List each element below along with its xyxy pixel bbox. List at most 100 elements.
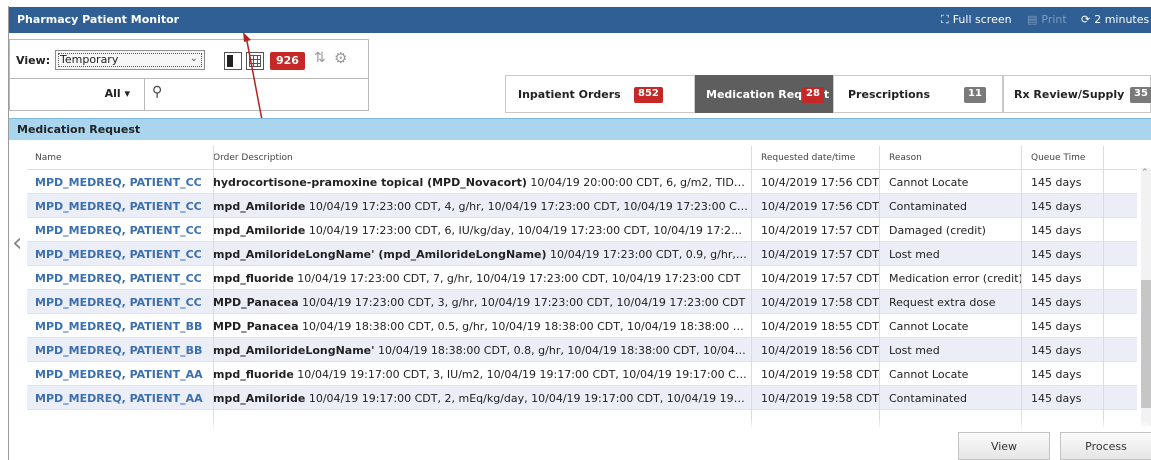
order-description: mpd_Amiloride 10/04/19 17:23:00 CDT, 4, … [213, 200, 748, 213]
queue-time: 145 days [1031, 272, 1082, 285]
reason: Contaminated [889, 392, 967, 405]
table-row[interactable]: MPD_MEDREQ, PATIENT_CC mpd_Amiloride 10/0… [27, 218, 1137, 242]
scroll-up-icon[interactable]: ⌃ [1141, 168, 1149, 178]
reason: Cannot Locate [889, 320, 969, 333]
queue-time: 145 days [1031, 200, 1082, 213]
search-icon[interactable]: ⚲ [152, 84, 162, 100]
column-header-reason[interactable]: Reason [889, 153, 1024, 163]
patient-name-link[interactable]: MPD_MEDREQ, PATIENT_CC [35, 272, 205, 285]
medication-request-table: Name Order Description Requested date/ti… [27, 146, 1137, 410]
patient-name-link[interactable]: MPD_MEDREQ, PATIENT_BB [35, 344, 205, 357]
drug-name: mpd_AmilorideLongName' [213, 344, 375, 357]
patient-name-link[interactable]: MPD_MEDREQ, PATIENT_CC [35, 224, 205, 237]
requested-date: 10/4/2019 19:58 CDT [761, 368, 879, 381]
tab-label: Inpatient Orders [518, 88, 621, 101]
full-screen-label: Full screen [952, 13, 1012, 26]
tab-prescriptions[interactable]: Prescriptions 11 [833, 75, 1003, 113]
table-fade [9, 420, 1149, 430]
view-select-value: Temporary [60, 53, 119, 66]
table-header: Name Order Description Requested date/ti… [27, 146, 1137, 170]
sort-az-icon[interactable]: ⇅ [314, 50, 326, 66]
patient-name-link[interactable]: MPD_MEDREQ, PATIENT_CC [35, 200, 205, 213]
view-label: View: [16, 54, 51, 67]
view-select[interactable]: Temporary ⌄ [55, 50, 205, 70]
patient-name-link[interactable]: MPD_MEDREQ, PATIENT_CC [35, 296, 205, 309]
column-divider [879, 146, 880, 428]
column-divider [1021, 146, 1022, 428]
filter-row: All ▾ ⚲ [10, 78, 368, 110]
table-row[interactable]: MPD_MEDREQ, PATIENT_AA mpd_fluoride 10/04… [27, 362, 1137, 386]
refresh-label: 2 minutes a [1094, 13, 1151, 26]
requested-date: 10/4/2019 17:56 CDT [761, 176, 879, 189]
patient-name-link[interactable]: MPD_MEDREQ, PATIENT_CC [35, 248, 205, 261]
view-button[interactable]: View [958, 432, 1050, 460]
order-details: 10/04/19 17:23:00 CDT, 0.9, g/hr, 10/04/… [550, 248, 748, 261]
tab-count-badge: 11 [964, 87, 986, 103]
requested-date: 10/4/2019 17:57 CDT [761, 224, 879, 237]
drug-name: hydrocortisone-pramoxine topical (MPD_No… [213, 176, 527, 189]
tab-count-badge: 28 [802, 87, 824, 103]
table-row[interactable]: MPD_MEDREQ, PATIENT_AA mpd_Amiloride 10/0… [27, 386, 1137, 410]
print-icon: ▤ [1027, 13, 1038, 26]
column-header-name[interactable]: Name [35, 153, 205, 163]
table-body: MPD_MEDREQ, PATIENT_CC hydrocortisone-pra… [27, 170, 1137, 410]
order-description: MPD_Panacea 10/04/19 17:23:00 CDT, 3, g/… [213, 296, 748, 309]
reason: Medication error (credit) [889, 272, 1023, 285]
column-header-queue-time[interactable]: Queue Time [1031, 153, 1101, 163]
refresh-icon: ⟳ [1081, 13, 1091, 26]
column-header-requested-date[interactable]: Requested date/time [761, 153, 881, 163]
title-bar: Pharmacy Patient Monitor ⛶ Full screen ▤ P… [9, 7, 1151, 33]
view-panel: View: Temporary ⌄ 926 ⇅ ⚙ All ▾ ⚲ [9, 39, 369, 111]
tab-label: Rx Review/Supply [1014, 88, 1125, 101]
queue-time: 145 days [1031, 368, 1082, 381]
section-header: Medication Request [9, 118, 1151, 140]
order-description: hydrocortisone-pramoxine topical (MPD_No… [213, 176, 748, 189]
table-row[interactable]: MPD_MEDREQ, PATIENT_CC hydrocortisone-pra… [27, 170, 1137, 194]
patient-name-link[interactable]: MPD_MEDREQ, PATIENT_BB [35, 320, 205, 333]
order-details: 10/04/19 20:00:00 CDT, 6, g/m2, TID, 22,… [530, 176, 748, 189]
queue-time: 145 days [1031, 296, 1082, 309]
order-details: 10/04/19 17:23:00 CDT, 7, g/hr, 10/04/19… [293, 272, 741, 285]
chevron-down-icon: ⌄ [189, 53, 198, 64]
patient-name-link[interactable]: MPD_MEDREQ, PATIENT_AA [35, 368, 205, 381]
table-row[interactable]: MPD_MEDREQ, PATIENT_BB mpd_AmilorideLongN… [27, 338, 1137, 362]
fullscreen-icon: ⛶ [941, 13, 949, 26]
requested-date: 10/4/2019 17:58 CDT [761, 296, 879, 309]
refresh-button[interactable]: ⟳2 minutes a [1081, 13, 1151, 26]
process-button[interactable]: Process [1060, 432, 1151, 460]
table-row[interactable]: MPD_MEDREQ, PATIENT_BB MPD_Panacea 10/04/… [27, 314, 1137, 338]
column-header-order-description[interactable]: Order Description [213, 153, 748, 163]
table-row[interactable]: MPD_MEDREQ, PATIENT_CC MPD_Panacea 10/04/… [27, 290, 1137, 314]
drug-name: mpd_fluoride [213, 368, 294, 381]
patient-name-link[interactable]: MPD_MEDREQ, PATIENT_CC [35, 176, 205, 189]
drug-name: mpd_Amiloride [213, 200, 306, 213]
order-details: 10/04/19 17:23:00 CDT, 6, IU/kg/day, 10/… [305, 224, 748, 237]
full-screen-button[interactable]: ⛶ Full screen [941, 13, 1012, 27]
column-divider [751, 146, 752, 428]
order-details: 10/04/19 17:23:00 CDT, 3, g/hr, 10/04/19… [298, 296, 746, 309]
print-button[interactable]: ▤ Print [1027, 13, 1067, 26]
reason: Cannot Locate [889, 176, 969, 189]
order-description: mpd_fluoride 10/04/19 19:17:00 CDT, 3, I… [213, 368, 748, 381]
queue-time: 145 days [1031, 224, 1082, 237]
table-row[interactable]: MPD_MEDREQ, PATIENT_CC mpd_AmilorideLongN… [27, 242, 1137, 266]
split-layout-icon [227, 55, 233, 67]
drug-name: mpd_Amiloride [213, 224, 306, 237]
patient-name-link[interactable]: MPD_MEDREQ, PATIENT_AA [35, 392, 205, 405]
table-row[interactable]: MPD_MEDREQ, PATIENT_CC mpd_fluoride 10/04… [27, 266, 1137, 290]
previous-patient-arrow-icon[interactable]: ‹ [12, 228, 22, 258]
tab-medication-request[interactable]: Medication Request 28 [695, 75, 833, 113]
table-row[interactable]: MPD_MEDREQ, PATIENT_CC mpd_Amiloride 10/0… [27, 194, 1137, 218]
scrollbar-thumb[interactable] [1141, 280, 1151, 408]
gear-icon[interactable]: ⚙ [334, 49, 347, 67]
requested-date: 10/4/2019 17:56 CDT [761, 200, 879, 213]
tab-rx-review-supply[interactable]: Rx Review/Supply 35 [1003, 75, 1151, 113]
filter-all-dropdown[interactable]: All ▾ [10, 79, 145, 110]
drug-name: mpd_Amiloride [213, 392, 306, 405]
order-description: MPD_Panacea 10/04/19 18:38:00 CDT, 0.5, … [213, 320, 748, 333]
reason: Damaged (credit) [889, 224, 986, 237]
tab-inpatient-orders[interactable]: Inpatient Orders 852 [505, 75, 695, 113]
order-details: 10/04/19 18:38:00 CDT, 0.5, g/hr, 10/04/… [298, 320, 748, 333]
requested-date: 10/4/2019 18:56 CDT [761, 344, 879, 357]
drug-name: mpd_AmilorideLongName' (mpd_AmilorideLon… [213, 248, 547, 261]
